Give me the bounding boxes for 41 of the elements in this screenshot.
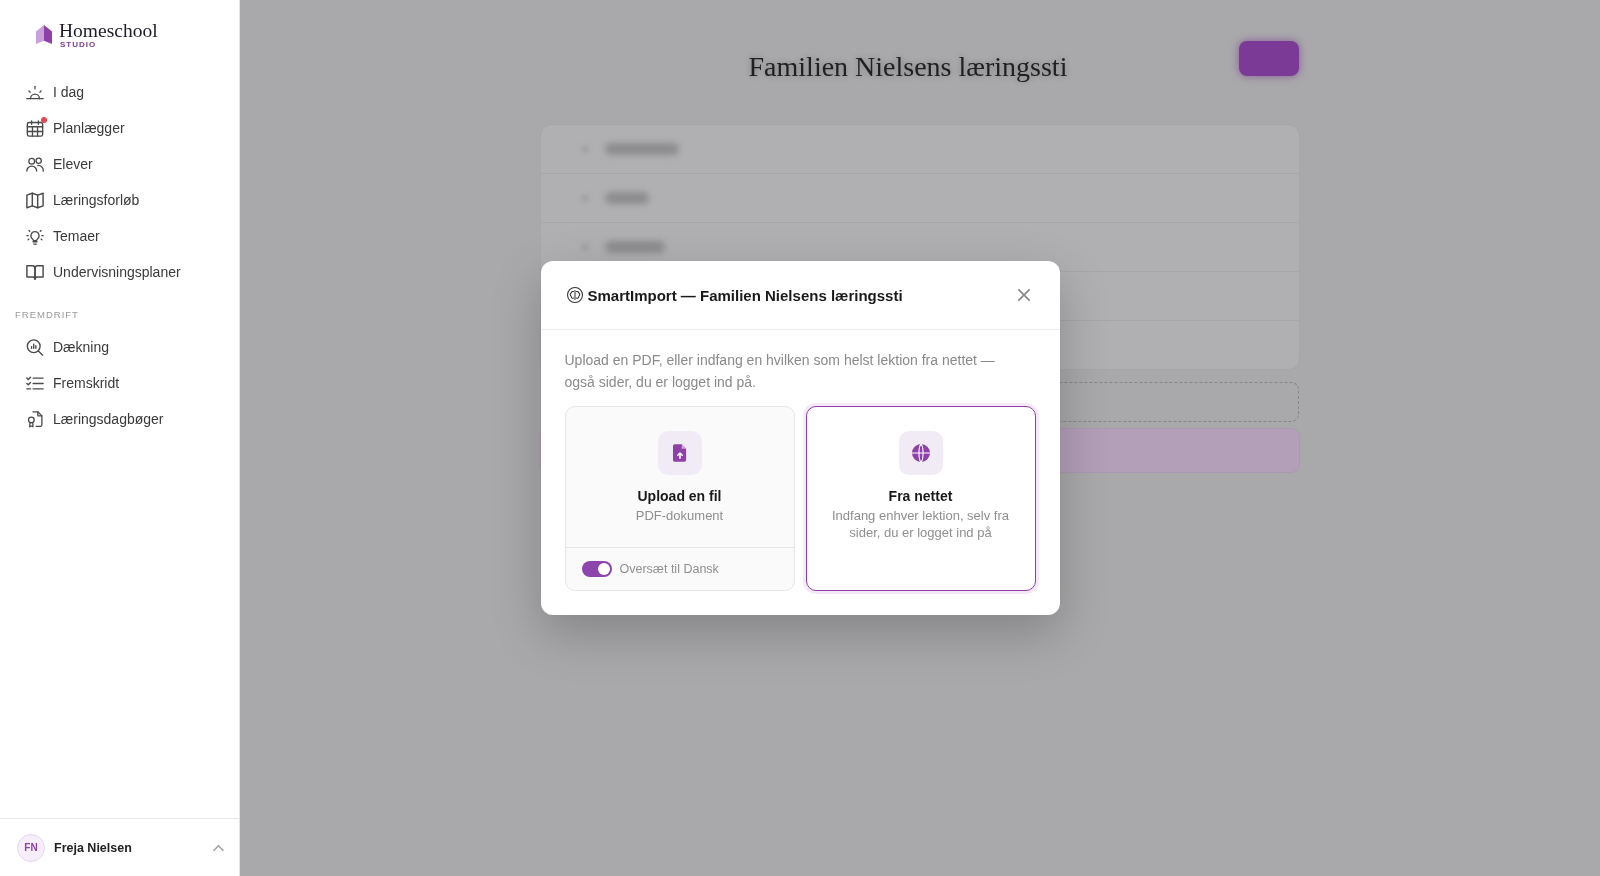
nav-item[interactable]: Undervisningsplaner	[15, 254, 224, 290]
checklist-icon	[26, 374, 44, 392]
nav-item[interactable]: I dag	[15, 74, 224, 110]
chevron-up-icon	[212, 844, 224, 851]
lightbulb-icon	[26, 227, 44, 245]
modal-description: Upload en PDF, eller indfang en hvilken som helst lektion fra nettet — også sider, du er logget ind på.	[564, 351, 996, 392]
user-name: Freja Nielsen	[54, 840, 132, 855]
brain-icon	[566, 287, 583, 303]
page-title: Familien Nielsens læringssti	[747, 50, 1069, 84]
toggle-switch[interactable]	[581, 561, 612, 577]
book-icon	[26, 263, 44, 281]
calendar-icon	[26, 119, 44, 137]
option-description: Indfang enhver lektion, selv fra sider, du er logget ind på	[830, 507, 1011, 541]
nav-item[interactable]: Læringsforløb	[15, 182, 224, 218]
upload-file-option[interactable]: Upload en fil PDF-dokument Oversæt til Dansk	[564, 406, 795, 591]
brand-tagline: STUDIO	[60, 40, 97, 49]
users-icon	[26, 155, 44, 173]
blurred-button[interactable]	[1239, 41, 1299, 76]
option-title: Fra nettet	[888, 487, 953, 505]
file-badge-icon	[26, 410, 44, 428]
map-icon	[26, 191, 44, 209]
section-heading: FREMDRIFT	[15, 308, 79, 322]
option-title: Upload en fil	[637, 487, 722, 505]
nav-item[interactable]: Læringsdagbøger	[15, 401, 224, 437]
nav-item[interactable]: Elever	[15, 146, 224, 182]
user-avatar: FN	[17, 833, 45, 862]
brand-name: Homeschool	[59, 22, 158, 40]
web-import-option[interactable]: Fra nettet Indfang enhver lektion, selv fra sider, du er logget ind på	[805, 406, 1036, 591]
modal-title: SmartImport — Familien Nielsens læringssti	[587, 286, 904, 304]
toggle-label: Oversæt til Dansk	[619, 562, 719, 576]
nav-item[interactable]: Planlægger	[15, 110, 224, 146]
nav-item[interactable]: Fremskridt	[15, 365, 224, 401]
option-description: PDF-dokument	[635, 507, 724, 524]
nav-item[interactable]: Temaer	[15, 218, 224, 254]
globe-icon	[898, 431, 943, 475]
logo-icon	[36, 25, 52, 44]
file-upload-icon	[657, 431, 702, 475]
close-icon	[1017, 289, 1030, 301]
sunrise-icon	[26, 83, 44, 101]
nav-item[interactable]: Dækning	[15, 329, 224, 365]
chart-search-icon	[26, 338, 44, 356]
